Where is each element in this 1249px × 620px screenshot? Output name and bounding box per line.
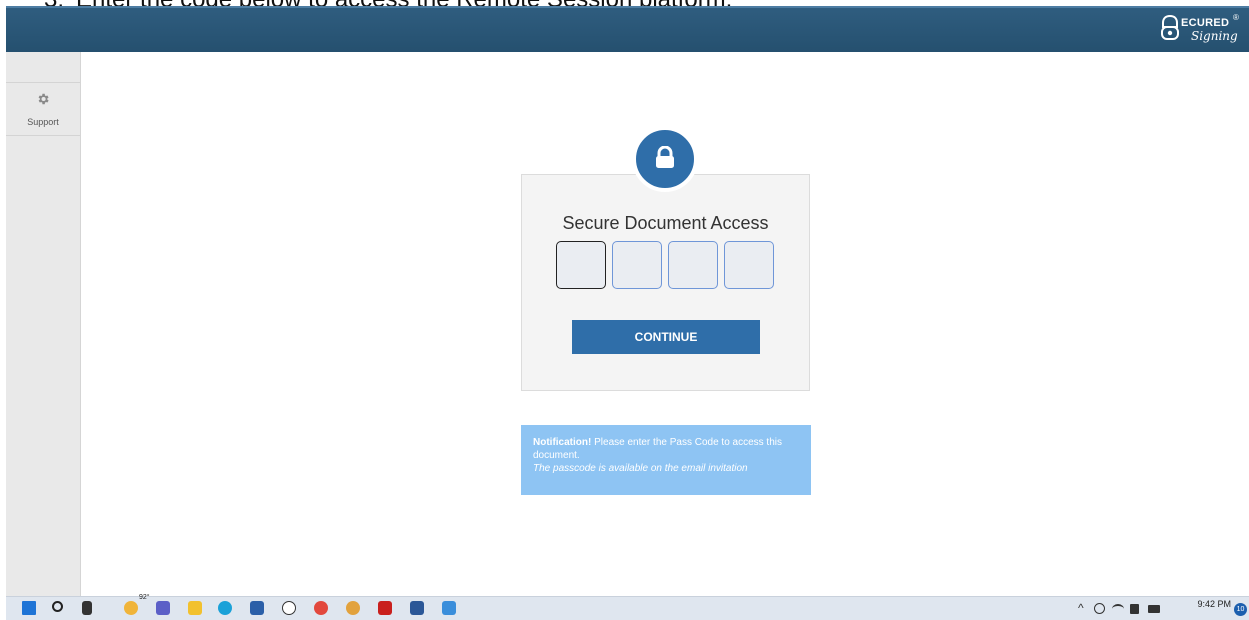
passcode-digit-1[interactable] (556, 241, 606, 289)
file-explorer-icon[interactable] (188, 601, 202, 615)
logo-word-signing: Signing (1191, 29, 1238, 43)
secure-access-panel: Secure Document Access CONTINUE (521, 174, 810, 391)
lock-badge (632, 126, 698, 192)
sidebar-item-support[interactable]: Support (6, 82, 80, 136)
passcode-digit-4[interactable] (724, 241, 774, 289)
left-sidebar: Support (6, 52, 81, 602)
chrome-profile-icon[interactable] (346, 601, 360, 615)
gear-icon (38, 93, 49, 105)
lock-icon (656, 146, 674, 168)
secured-signing-logo[interactable]: ECURED Signing ® (1161, 13, 1241, 47)
onedrive-tray-icon[interactable] (1094, 603, 1105, 614)
top-header-bar: ECURED Signing ® (6, 6, 1249, 52)
volume-icon[interactable] (1130, 604, 1139, 614)
battery-icon[interactable] (1148, 605, 1160, 613)
teams-icon[interactable] (156, 601, 170, 615)
passcode-digit-2[interactable] (612, 241, 662, 289)
passcode-digit-3[interactable] (668, 241, 718, 289)
weather-icon[interactable] (124, 601, 138, 615)
panel-title: Secure Document Access (562, 213, 769, 233)
notification-hint: The passcode is available on the email i… (533, 463, 748, 474)
edge-icon[interactable] (218, 601, 232, 615)
weather-temp: 92° (139, 594, 150, 601)
photos-icon[interactable] (442, 601, 456, 615)
word-icon[interactable] (410, 601, 424, 615)
dell-icon[interactable] (282, 601, 296, 615)
notification-lead: Notification! (533, 437, 592, 448)
chrome-icon[interactable] (314, 601, 328, 615)
windows-taskbar: 92° ^ 9:42 PM 10 (6, 594, 1249, 620)
task-view-icon[interactable] (82, 601, 92, 615)
notification-box: Notification! Please enter the Pass Code… (521, 425, 811, 495)
acrobat-icon[interactable] (378, 601, 392, 615)
shield-logo-icon (1161, 15, 1179, 40)
store-icon[interactable] (250, 601, 264, 615)
notification-count-badge[interactable]: 10 (1234, 603, 1247, 616)
secured-signing-app: ECURED Signing ® Support Secure Document… (6, 6, 1249, 602)
logo-word-secured: ECURED (1181, 17, 1230, 29)
search-icon[interactable] (52, 601, 63, 612)
start-icon[interactable] (22, 601, 36, 615)
taskbar-clock[interactable]: 9:42 PM (1197, 599, 1231, 609)
sidebar-item-support-label: Support (27, 117, 59, 127)
tray-overflow-chevron-icon[interactable]: ^ (1078, 601, 1084, 615)
continue-button[interactable]: CONTINUE (572, 320, 760, 354)
wifi-icon[interactable] (1112, 604, 1124, 614)
logo-registered-mark: ® (1233, 13, 1239, 22)
